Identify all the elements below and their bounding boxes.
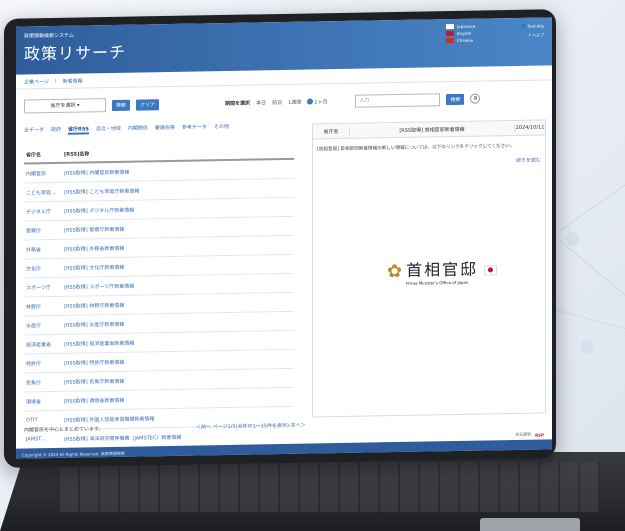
search-bar: 省庁を選択 ▾ 検索 クリア 期間を選択 本日 前日 1週間 1ヶ月 入力 検索… — [24, 89, 544, 114]
list-rows: 内閣官房 [RSS取得] 内閣官房新着情報こども家庭... [RSS取得] こども家… — [24, 159, 294, 450]
radio-selected-icon — [307, 98, 314, 105]
column-header-feed: [RSS]名称 — [64, 150, 90, 158]
paulownia-emblem-icon: ✿ — [387, 260, 403, 283]
list-item-feed[interactable]: [RSS取得] スポーツ庁新着情報 — [64, 279, 294, 290]
list-item-agency[interactable]: 内閣官房 — [24, 169, 64, 177]
panel-header-feed: [RSS取得] 首相官邸新着情報 — [350, 124, 515, 135]
list-item-agency[interactable]: OTIT — [24, 417, 64, 424]
background-network-line — [559, 240, 625, 299]
japan-flag-icon — [484, 264, 498, 276]
list-item-agency[interactable]: こども家庭... — [24, 188, 64, 196]
search-button[interactable]: 検索 — [112, 99, 131, 111]
app-title[interactable]: 政策リサーチ — [24, 39, 126, 65]
logo-name: 首相官邸 — [406, 259, 479, 280]
list-item-agency[interactable]: 林野庁 — [24, 302, 64, 310]
category-tabs: 全データ 政府 省庁RSS 自治・地域 内閣関係 審議会等 参考データ その他 — [24, 122, 294, 136]
period-option-month[interactable]: 1ヶ月 — [307, 98, 327, 105]
language-option-chinese[interactable]: Chinese — [446, 37, 475, 45]
background-network-node — [580, 340, 594, 354]
list-item-agency[interactable]: 経済産業省 — [24, 340, 64, 348]
laptop-trackpad — [480, 518, 580, 531]
list-item-agency[interactable]: 水産庁 — [24, 321, 64, 329]
period-option-week[interactable]: 1週間 — [288, 98, 301, 105]
list-item-feed[interactable]: [RSS取得] デジタル庁新着情報 — [64, 203, 294, 214]
list-item-agency[interactable]: 気象庁 — [24, 378, 64, 386]
language-switcher: Japanese English Chinese — [446, 23, 475, 45]
panel-message: [首相官邸] 首相官邸新着情報の新しい情報については、以下のリンクをクリックして… — [317, 143, 515, 153]
list-item-feed[interactable]: [RSS取得] 特許庁新着情報 — [64, 355, 294, 366]
agency-select[interactable]: 省庁を選択 ▾ — [24, 98, 106, 114]
list-item-feed[interactable]: [RSS取得] 経済産業省新着情報 — [64, 336, 294, 347]
list-item-agency[interactable]: 外務省 — [24, 245, 64, 253]
app-header: 政策情報検索システム 政策リサーチ Japanese English Chine… — [16, 17, 552, 75]
breadcrumb: 企業ページ | 新着情報 — [24, 78, 83, 86]
help-link[interactable]: ? ヘルプ — [521, 30, 544, 39]
list-item-feed[interactable]: [RSS取得] 林野庁新着情報 — [64, 298, 294, 309]
gear-icon[interactable]: ⚙ — [470, 93, 481, 104]
list-item-agency[interactable]: スポーツ庁 — [24, 283, 64, 291]
breadcrumb-separator: | — [54, 77, 57, 84]
breadcrumb-item-home[interactable]: 企業ページ — [24, 78, 49, 85]
japan-flag-icon — [446, 24, 454, 30]
status-text: 本日更新 — [515, 431, 532, 437]
user-area: 👤 Test Ally ? ヘルプ — [521, 21, 544, 39]
panel-header: 省庁名 [RSS取得] 首相官邸新着情報 2024/10/11 — [313, 120, 545, 140]
background-network-node — [566, 232, 580, 246]
tab-ministry-rss[interactable]: 省庁RSS — [68, 125, 89, 135]
list-item-feed[interactable]: [RSS取得] 外務省新着情報 — [64, 241, 294, 252]
list-item-feed[interactable]: [RSS取得] 文化庁新着情報 — [64, 260, 294, 271]
tab-cabinet[interactable]: 内閣関係 — [128, 124, 148, 133]
clear-button[interactable]: クリア — [136, 98, 160, 111]
status-area: 本日更新 RSP — [515, 431, 544, 438]
list-item-feed[interactable]: [RSS取得] 気象庁新着情報 — [64, 374, 294, 385]
chevron-down-icon: ▾ — [77, 102, 80, 109]
user-menu[interactable]: 👤 Test Ally — [521, 21, 544, 30]
list-item-agency[interactable]: デジタル庁 — [24, 207, 64, 215]
list-note: 内閣官房を中心とまとめています。 — [24, 426, 104, 434]
tab-all[interactable]: 全データ — [24, 126, 44, 135]
list-item-feed[interactable]: [RSS取得] 内閣官房新着情報 — [64, 165, 294, 176]
tab-government[interactable]: 政府 — [51, 126, 61, 135]
period-label: 期間を選択 — [225, 100, 251, 107]
list-item-feed[interactable]: [RSS取得] こども家庭庁新着情報 — [64, 184, 294, 195]
breadcrumb-item-current[interactable]: 新着情報 — [63, 78, 83, 85]
background-network-line — [560, 184, 625, 231]
tab-local[interactable]: 自治・地域 — [96, 125, 121, 134]
laptop-keyboard — [60, 462, 600, 512]
panel-header-date: 2024/10/11 — [515, 124, 545, 131]
status-logo: RSP — [535, 431, 544, 438]
detail-panel: 省庁名 [RSS取得] 首相官邸新着情報 2024/10/11 [首相官邸] 首… — [312, 119, 546, 418]
list-item-feed[interactable]: [RSS取得] 環境省新着情報 — [64, 393, 294, 404]
kantei-logo[interactable]: ✿ 首相官邸 Prime Minister's Office of Japan — [387, 255, 498, 286]
laptop-screen: 政策情報検索システム 政策リサーチ Japanese English Chine… — [16, 17, 552, 459]
panel-header-agency: 省庁名 — [313, 127, 350, 135]
list-item-agency[interactable]: 警察庁 — [24, 226, 64, 234]
tab-reference[interactable]: 参考データ — [182, 123, 207, 132]
read-more-link[interactable]: 続きを読む — [516, 157, 541, 164]
keyword-input[interactable]: 入力 — [355, 92, 441, 108]
system-name: 政策情報検索システム — [24, 32, 74, 40]
logo-english: Prime Minister's Office of Japan — [406, 279, 469, 286]
list-item-agency[interactable]: 環境省 — [24, 397, 64, 405]
help-icon: ? — [528, 32, 531, 38]
list-item-agency[interactable]: JAMST... — [24, 436, 64, 443]
list-item-feed[interactable]: [RSS取得] 海洋研究開発機構（JAMSTEC）新着情報 — [64, 431, 294, 442]
column-header-agency: 省庁名 — [26, 151, 42, 159]
period-option-today[interactable]: 本日 — [256, 99, 266, 106]
divider — [16, 79, 552, 90]
keyword-search-button[interactable]: 検索 — [446, 93, 465, 105]
us-flag-icon — [446, 31, 454, 37]
list-item-feed[interactable]: [RSS取得] 水産庁新着情報 — [64, 317, 294, 328]
china-flag-icon — [446, 38, 454, 44]
rss-list: 省庁名 [RSS]名称 内閣官房 [RSS取得] 内閣官房新着情報こども家庭...… — [24, 141, 294, 450]
list-item-feed[interactable]: [RSS取得] 警察庁新着情報 — [64, 222, 294, 233]
period-option-yesterday[interactable]: 前日 — [272, 99, 282, 106]
list-item-agency[interactable]: 文化庁 — [24, 264, 64, 272]
tab-other[interactable]: その他 — [214, 123, 229, 132]
tab-councils[interactable]: 審議会等 — [155, 124, 175, 133]
list-item-agency[interactable]: 特許庁 — [24, 359, 64, 367]
user-icon: 👤 — [521, 23, 527, 29]
